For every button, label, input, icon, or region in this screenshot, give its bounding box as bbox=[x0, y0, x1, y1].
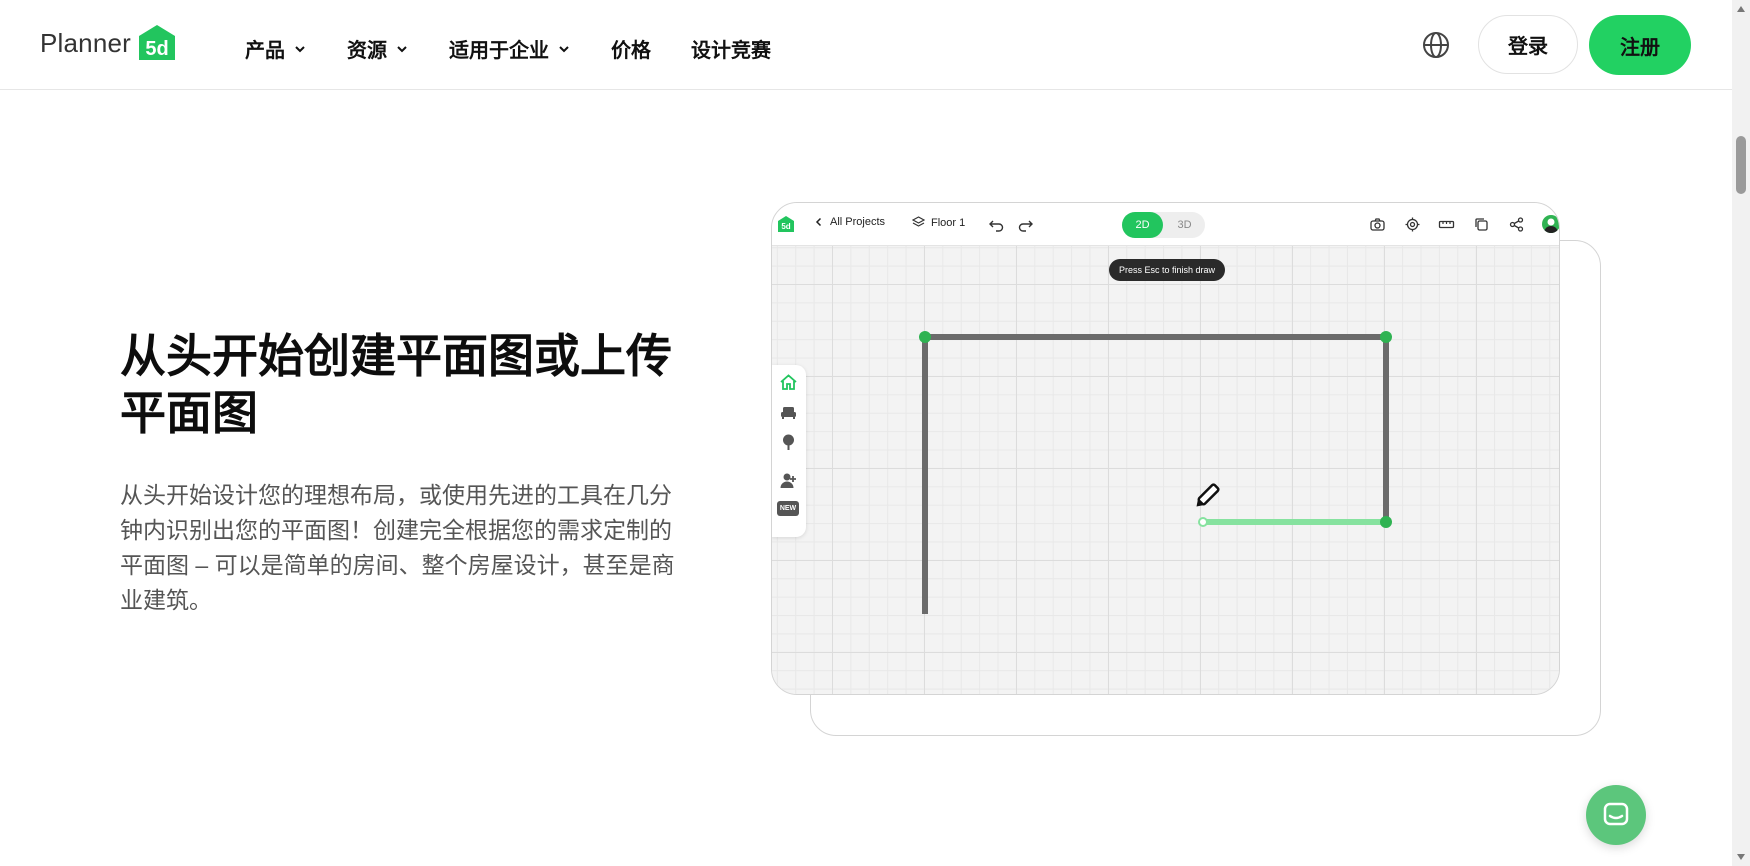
scroll-up-icon[interactable] bbox=[1737, 6, 1745, 12]
chevron-down-icon bbox=[397, 45, 407, 52]
nav-item-contest[interactable]: 设计竞赛 bbox=[691, 34, 771, 63]
chevron-down-icon bbox=[559, 45, 569, 52]
chat-bubble-icon bbox=[1603, 802, 1629, 826]
login-button[interactable]: 登录 bbox=[1478, 15, 1578, 74]
nav-item-products[interactable]: 产品 bbox=[245, 34, 307, 63]
nav-item-pricing[interactable]: 价格 bbox=[611, 34, 651, 63]
tree-icon[interactable] bbox=[779, 433, 798, 452]
chat-launcher-button[interactable] bbox=[1586, 785, 1646, 845]
draw-tooltip: Press Esc to finish draw bbox=[1109, 259, 1225, 281]
register-button[interactable]: 注册 bbox=[1589, 15, 1691, 75]
nav-item-label: 价格 bbox=[611, 40, 651, 62]
scroll-down-icon[interactable] bbox=[1737, 854, 1745, 860]
app-mockup: 5d All Projects Floor 1 2D 3D Press Esc … bbox=[771, 202, 1560, 695]
home-icon[interactable] bbox=[779, 373, 798, 392]
nav-item-label: 设计竞赛 bbox=[691, 40, 771, 62]
new-badge-icon[interactable]: NEW bbox=[777, 501, 799, 516]
planner5d-logo[interactable]: Planner 5d bbox=[40, 24, 177, 62]
headline-line-2: 平面图 bbox=[120, 387, 258, 439]
site-header: Planner 5d 产品 资源 适用于企业 价格 设计竞赛 登录 注册 bbox=[0, 0, 1732, 90]
hero-headline: 从头开始创建平面图或上传 平面图 bbox=[120, 328, 700, 442]
page-scrollbar[interactable] bbox=[1732, 0, 1750, 866]
hero-description: 从头开始设计您的理想布局，或使用先进的工具在几分钟内识别出您的平面图！创建完全根… bbox=[120, 482, 675, 613]
pencil-cursor-icon bbox=[1196, 483, 1220, 507]
wall-node bbox=[919, 331, 931, 343]
headline-line-1: 从头开始创建平面图或上传 bbox=[120, 330, 672, 382]
wall-node bbox=[1380, 516, 1392, 528]
wall-node-active bbox=[1198, 517, 1208, 527]
chevron-down-icon bbox=[295, 45, 305, 52]
person-plus-icon[interactable] bbox=[779, 471, 798, 490]
globe-icon[interactable] bbox=[1421, 30, 1451, 60]
logo-badge-icon: 5d bbox=[137, 24, 177, 62]
wall-node bbox=[1380, 331, 1392, 343]
nav-item-resources[interactable]: 资源 bbox=[347, 34, 409, 63]
svg-text:5d: 5d bbox=[145, 38, 168, 60]
nav-item-label: 产品 bbox=[245, 40, 285, 62]
nav-item-label: 资源 bbox=[347, 40, 387, 62]
furniture-sofa-icon[interactable] bbox=[779, 403, 798, 422]
logo-text: Planner bbox=[40, 27, 132, 58]
nav-item-label: 适用于企业 bbox=[449, 40, 549, 62]
main-nav: 产品 资源 适用于企业 价格 设计竞赛 bbox=[245, 34, 771, 63]
mockup-side-toolbar: NEW bbox=[772, 365, 806, 537]
nav-item-business[interactable]: 适用于企业 bbox=[449, 34, 571, 63]
scroll-thumb[interactable] bbox=[1736, 136, 1746, 194]
